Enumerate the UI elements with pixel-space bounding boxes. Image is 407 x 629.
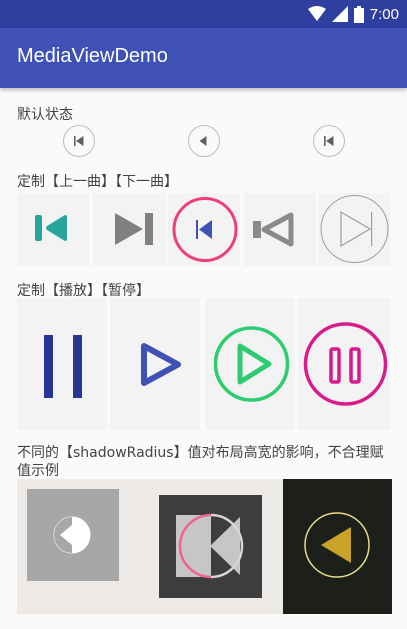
skip-previous-icon <box>35 215 67 241</box>
skip-previous-icon <box>324 136 334 146</box>
play-green-circle-cell[interactable] <box>205 298 295 430</box>
wifi-icon <box>307 6 326 21</box>
skip-previous-icon <box>172 197 238 262</box>
pause-navy-cell[interactable] <box>17 298 107 430</box>
skip-next-icon <box>115 213 153 245</box>
skip-previous-icon <box>74 136 84 146</box>
section-prev-next-label: 定制【上一曲】【下一曲】 <box>17 174 178 190</box>
section-shadow-radius-label: 不同的【shadowRadius】值对布局高宽的影响，不合理赋值示例 <box>17 445 384 479</box>
next-gray-cell[interactable] <box>93 193 166 266</box>
shadow-demo-black[interactable] <box>283 479 392 614</box>
skip-previous-overlay-icon <box>176 513 244 579</box>
skip-previous-outline-icon <box>253 212 294 247</box>
shadow-demo-gray[interactable] <box>27 489 119 581</box>
shadow-demo-container <box>17 479 283 614</box>
pause-magenta-circle-cell[interactable] <box>298 298 390 430</box>
section-play-pause-label: 定制【播放】【暂停】 <box>17 283 150 299</box>
play-outline-icon <box>141 343 181 386</box>
default-play-button[interactable] <box>187 124 221 158</box>
app-title: MediaViewDemo <box>17 45 168 67</box>
status-icons: 7:00 <box>307 4 399 24</box>
status-time: 7:00 <box>369 5 399 23</box>
pause-outline-icon <box>303 322 388 406</box>
pause-icon <box>44 335 82 398</box>
play-blue-outline-cell[interactable] <box>110 298 200 430</box>
half-play-circle-icon <box>53 516 91 554</box>
app-bar: MediaViewDemo <box>0 28 407 88</box>
next-outline-circle-cell[interactable] <box>318 193 390 266</box>
prev-pink-circle-cell[interactable] <box>168 193 240 266</box>
shadow-demo-dark[interactable] <box>159 495 262 598</box>
battery-icon <box>353 5 364 23</box>
default-prev-button[interactable] <box>62 124 96 158</box>
skip-next-outline-icon <box>320 195 389 263</box>
prev-teal-cell[interactable] <box>17 193 89 266</box>
status-bar: 7:00 <box>0 0 407 28</box>
play-left-gold-icon <box>304 512 370 578</box>
default-next-button[interactable] <box>312 124 346 158</box>
section-default-state-label: 默认状态 <box>17 107 73 123</box>
prev-outline-gray-cell[interactable] <box>244 193 316 266</box>
play-left-icon <box>199 136 207 146</box>
play-outline-icon <box>213 326 290 402</box>
signal-icon <box>331 6 348 22</box>
